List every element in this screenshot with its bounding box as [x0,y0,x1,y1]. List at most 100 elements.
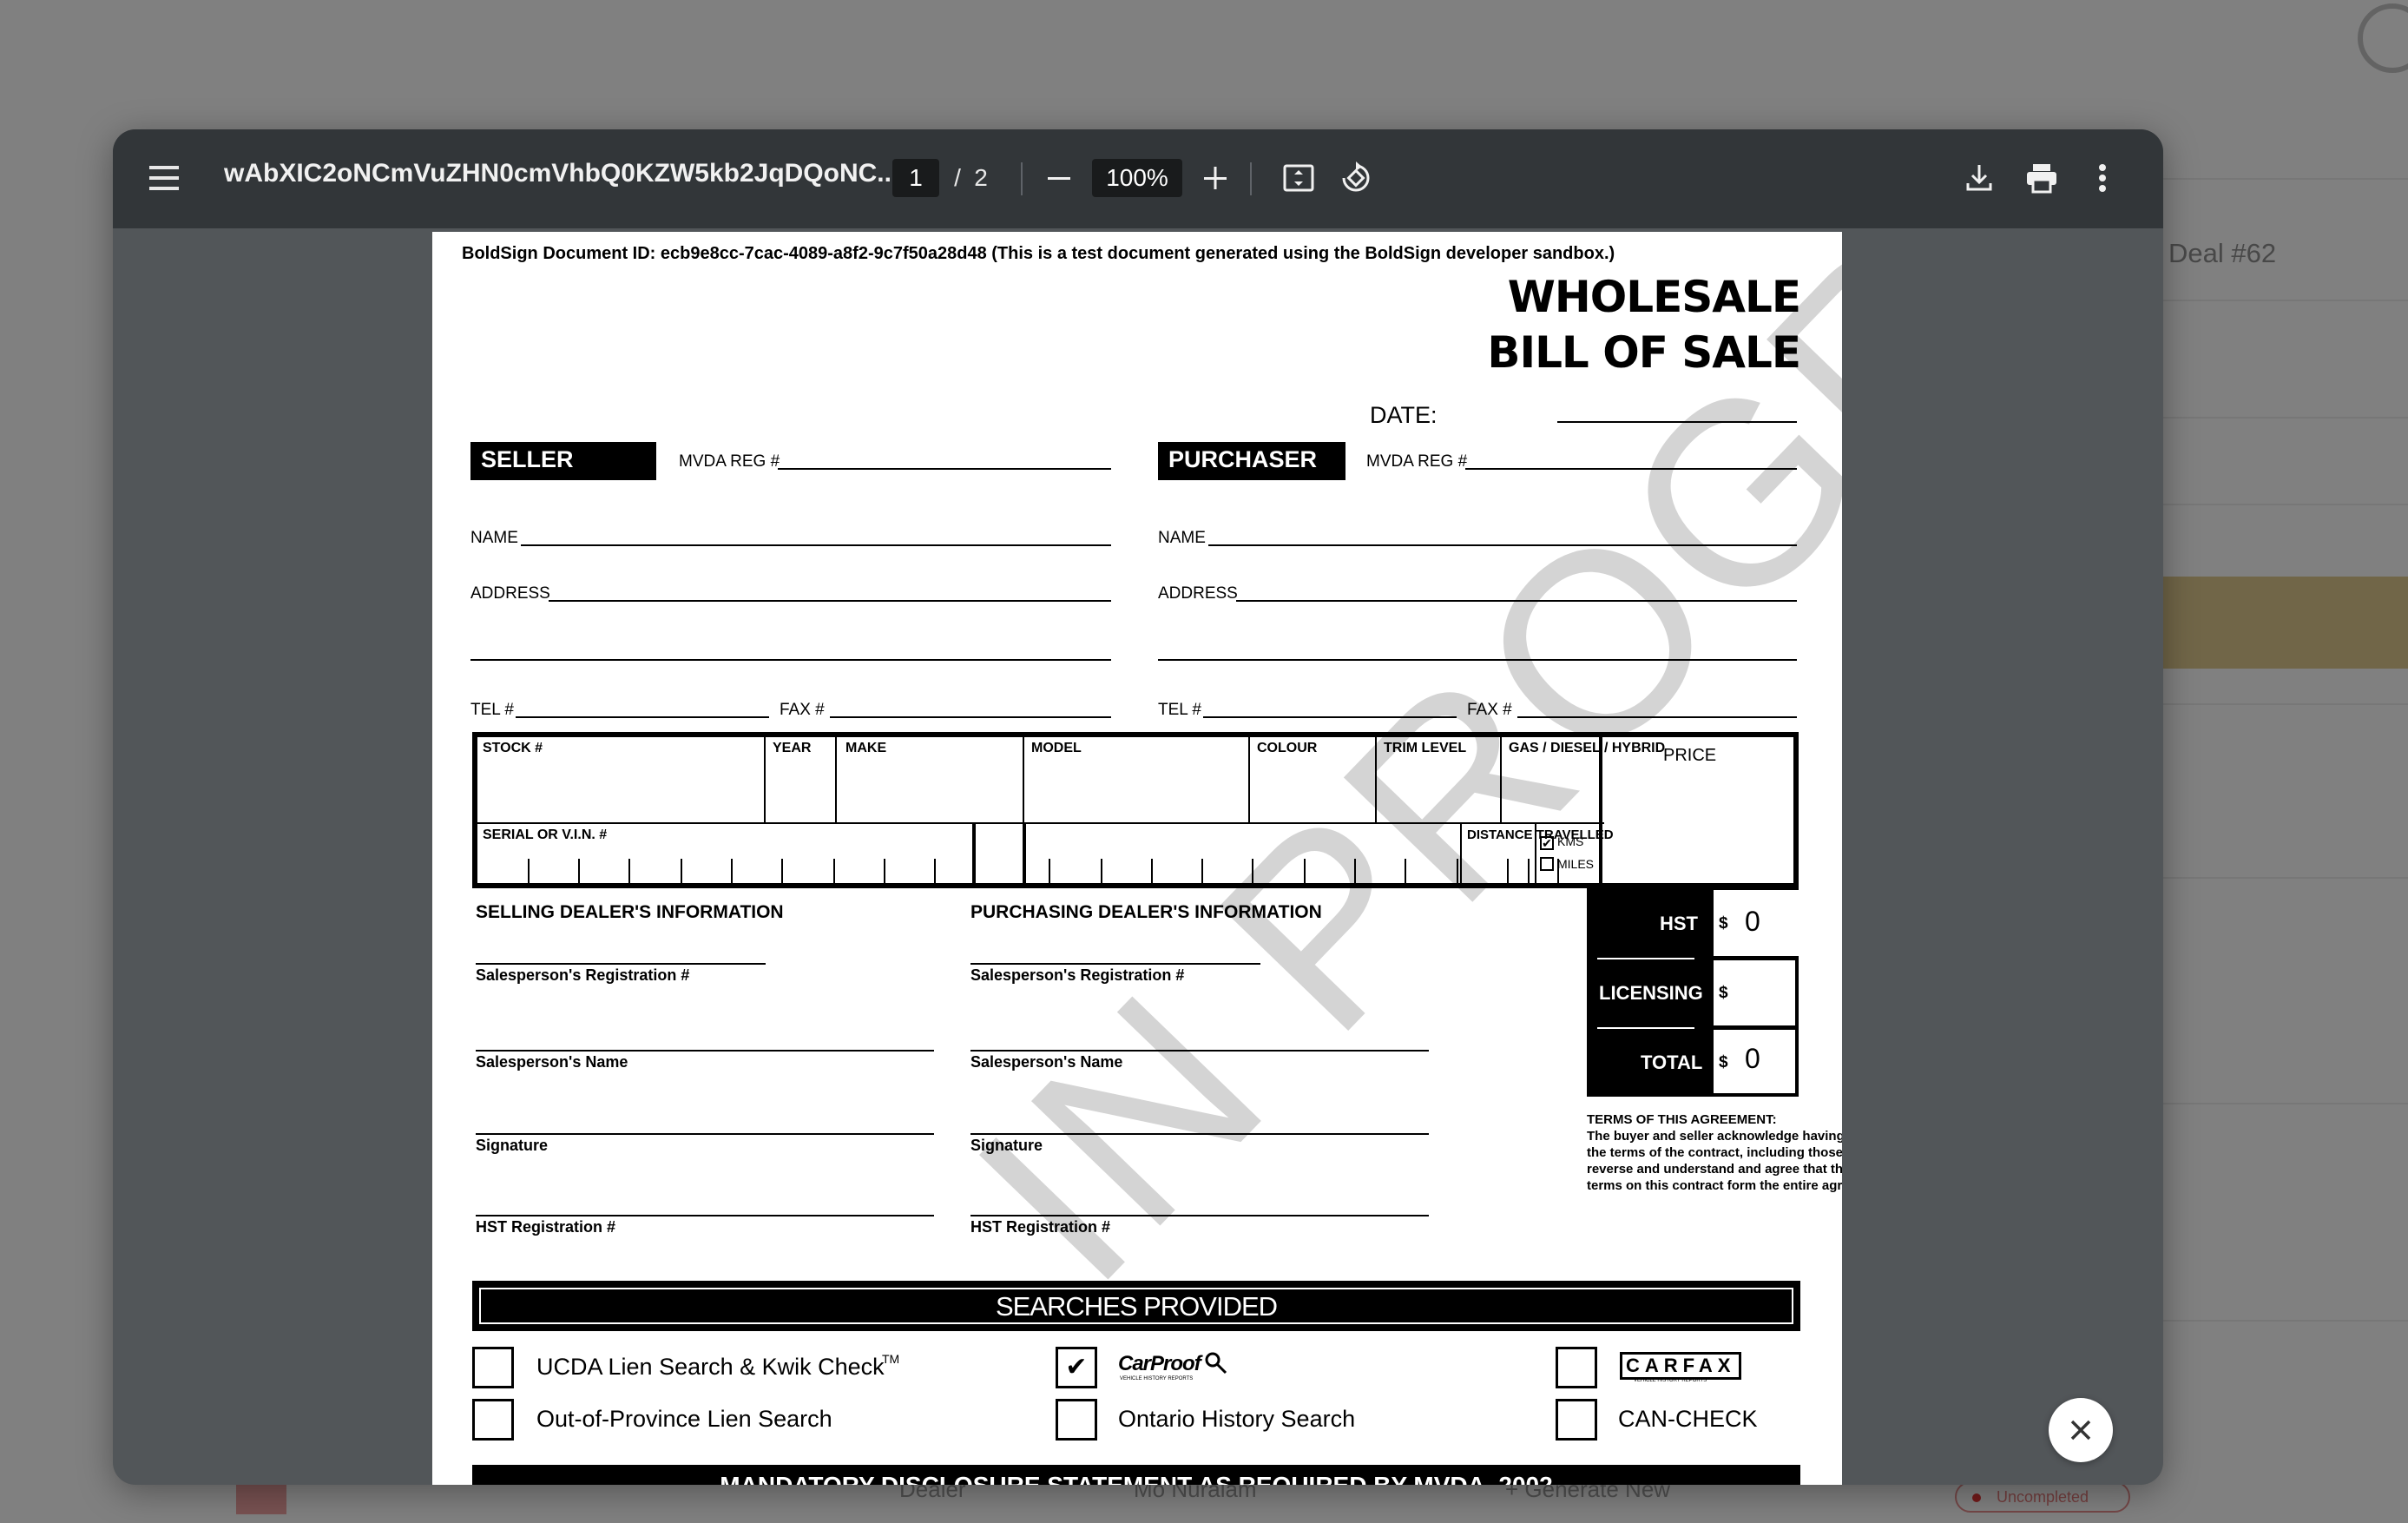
vin-tick [1151,859,1153,885]
document-id: BoldSign Document ID: ecb9e8cc-7cac-4089… [462,244,1615,263]
out-of-province-label: Out-of-Province Lien Search [536,1406,832,1432]
zoom-level-input[interactable]: 100% [1092,159,1182,197]
hst-label: HST [1660,913,1698,934]
selling-dealer-heading: SELLING DEALER'S INFORMATION [476,902,784,922]
selling-reg-label: Salesperson's Registration # [476,966,690,984]
purchaser-name-label: NAME [1158,529,1206,547]
toolbar-divider [1021,162,1023,195]
vin-tick [884,859,885,885]
out-of-province-checkbox[interactable] [472,1399,514,1441]
vin-tick [1101,859,1102,885]
carproof-sub: VEHICLE HISTORY REPORTS [1120,1376,1194,1381]
vin-tick [681,859,682,885]
vin-tick [781,859,783,885]
seller-address-line-2 [470,659,1111,661]
purchaser-tel-label: TEL # [1158,701,1201,719]
page-total: 2 [974,164,988,191]
seller-tel-label: TEL # [470,701,514,719]
carfax-checkbox[interactable] [1556,1347,1597,1388]
vin-separator [972,822,976,887]
selling-name-line [476,1050,934,1052]
vin-tick [934,859,936,885]
fit-page-icon[interactable] [1276,155,1321,201]
purchaser-header: PURCHASER [1158,442,1345,480]
ontario-history-label: Ontario History Search [1118,1406,1356,1432]
seller-name-label: NAME [470,529,518,547]
vin-tick [833,859,835,885]
purchaser-address-label: ADDRESS [1158,584,1238,603]
vin-tick [1049,859,1050,885]
seller-address-label: ADDRESS [470,584,550,603]
document-title: wAbXIC2oNCmVuZHN0cmVhbQ0KZW5kb2JqDQoNC..… [224,159,899,188]
total-currency: $ [1719,1053,1728,1071]
totals-col-divider [1710,888,1714,1097]
zoom-in-icon[interactable] [1194,157,1236,199]
ucda-label: UCDA Lien Search & Kwik Check [536,1354,885,1380]
selling-hst-line [476,1215,934,1216]
can-check-label: CAN-CHECK [1618,1406,1758,1432]
model-header: MODEL [1031,741,1082,755]
terms-line-3: reverse and understand and agree that th… [1587,1162,1842,1177]
vin-tick [731,859,733,885]
seller-name-line [521,544,1111,546]
totals-divider [1597,958,1694,959]
col-divider [835,735,837,822]
close-icon[interactable] [2049,1398,2113,1462]
year-header: YEAR [773,741,812,755]
totals-value-divider [1714,958,1797,960]
ontario-history-checkbox[interactable] [1056,1399,1097,1441]
toolbar-divider [1250,162,1252,195]
selling-name-label: Salesperson's Name [476,1053,628,1071]
magnifier-icon [1203,1350,1229,1381]
seller-mvda-line [778,468,1111,470]
selling-hst-label: HST Registration # [476,1218,616,1236]
seller-mvda-label: MVDA REG # [679,452,780,471]
pdf-viewer: wAbXIC2oNCmVuZHN0cmVhbQ0KZW5kb2JqDQoNC..… [113,129,2163,1485]
selling-signature-label: Signature [476,1137,549,1154]
total-label: TOTAL [1641,1052,1703,1073]
seller-fax-label: FAX # [780,701,825,719]
licensing-label: LICENSING [1599,982,1703,1004]
terms-line-1: The buyer and seller acknowledge having … [1587,1129,1842,1144]
vin-tick [628,859,630,885]
carfax-logo: CARFAX [1620,1352,1742,1380]
terms-title: TERMS OF THIS AGREEMENT: [1587,1112,1777,1127]
selling-reg-line [476,963,766,965]
carfax-sub: VEHICLE HISTORY REPORTS [1634,1378,1707,1383]
can-check-checkbox[interactable] [1556,1399,1597,1441]
total-value[interactable]: 0 [1745,1043,1760,1075]
hst-currency: $ [1719,914,1728,933]
page-number-input[interactable]: 1 [892,159,939,197]
rotate-icon[interactable] [1333,155,1378,201]
carproof-logo: CarProof [1118,1352,1201,1375]
vin-tick [528,859,530,885]
vin-separator [1023,822,1026,887]
terms-line-2: the terms of the contract, including tho… [1587,1145,1842,1160]
print-icon[interactable] [2019,155,2064,201]
hst-value[interactable]: 0 [1745,906,1760,938]
seller-fax-line [830,716,1111,718]
totals-divider [1597,1027,1694,1029]
stock-header: STOCK # [483,741,543,755]
trademark: TM [882,1352,900,1366]
hamburger-icon[interactable] [148,161,181,195]
document-page: BoldSign Document ID: ecb9e8cc-7cac-4089… [432,232,1842,1485]
seller-tel-line [516,716,769,718]
ucda-checkbox[interactable] [472,1347,514,1388]
carproof-checkbox[interactable]: ✔ [1056,1347,1097,1388]
date-label: DATE: [1370,402,1438,428]
col-divider [1023,735,1024,822]
selling-signature-line [476,1133,934,1135]
col-divider [764,735,766,822]
viewer-toolbar: wAbXIC2oNCmVuZHN0cmVhbQ0KZW5kb2JqDQoNC..… [113,129,2163,228]
more-vert-icon[interactable] [2080,155,2125,201]
hst-field [1714,890,1842,956]
make-header: MAKE [845,741,887,755]
zoom-out-icon[interactable] [1038,157,1080,199]
seller-header: SELLER [470,442,656,480]
vin-tick [578,859,580,885]
mandatory-disclosure-header: MANDATORY DISCLOSURE STATEMENT AS REQUIR… [472,1465,1800,1485]
licensing-currency: $ [1719,984,1728,1002]
download-icon[interactable] [1957,155,2002,201]
totals-value-divider [1714,1027,1797,1030]
